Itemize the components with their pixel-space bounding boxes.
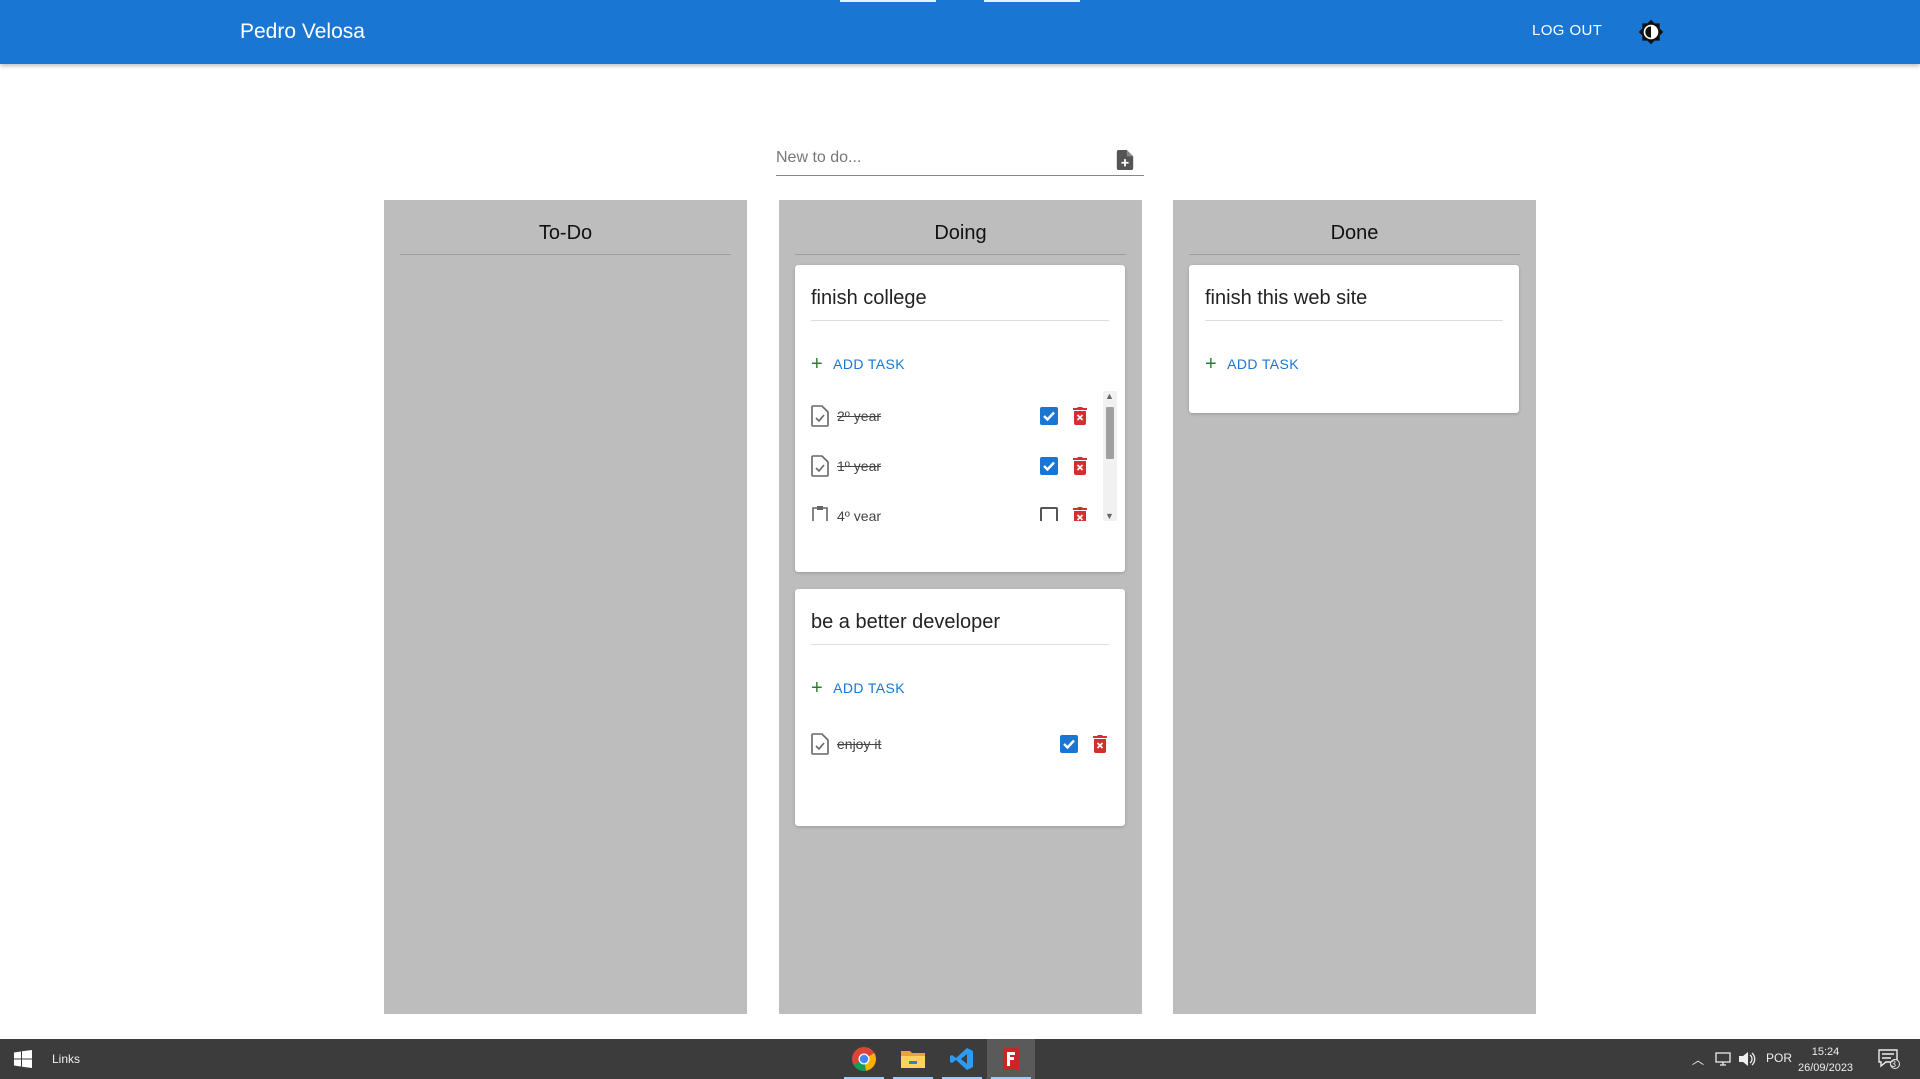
vscode-icon	[950, 1048, 973, 1070]
divider	[795, 254, 1126, 255]
task-done-icon	[811, 405, 829, 427]
app-bar: Pedro Velosa LOG OUT	[0, 0, 1920, 64]
active-app-taskbar-button[interactable]	[987, 1039, 1035, 1079]
task-item: enjoy it	[811, 719, 1117, 769]
links-toolbar[interactable]: Links	[52, 1052, 80, 1066]
windows-start-icon[interactable]	[14, 1050, 32, 1068]
delete-icon[interactable]	[1093, 735, 1107, 753]
divider	[1205, 320, 1503, 321]
divider	[811, 644, 1109, 645]
add-task-label: ADD TASK	[1227, 356, 1300, 372]
taskbar-clock[interactable]: 15:24 26/09/2023	[1798, 1044, 1853, 1076]
task-done-icon	[811, 455, 829, 477]
plus-icon: +	[811, 353, 824, 375]
loading-indicator	[840, 0, 936, 2]
app-title: Pedro Velosa	[240, 20, 365, 43]
card-title: finish college	[811, 287, 927, 309]
divider	[400, 254, 731, 255]
scroll-thumb[interactable]	[1106, 407, 1114, 459]
notification-count: 3	[1891, 1059, 1897, 1069]
task-done-icon	[811, 733, 829, 755]
task-label: 2º year	[837, 408, 882, 424]
file-explorer-taskbar-button[interactable]	[889, 1039, 937, 1079]
plus-icon: +	[811, 677, 824, 699]
card-title: finish this web site	[1205, 287, 1368, 309]
task-label: 1º year	[837, 458, 882, 474]
tray-chevron-icon[interactable]: ︿	[1692, 1051, 1704, 1068]
scroll-up-icon[interactable]: ▲	[1105, 391, 1114, 401]
task-item: 2º year	[811, 391, 1097, 441]
volume-icon[interactable]	[1738, 1051, 1756, 1067]
add-task-button[interactable]: + ADD TASK	[811, 677, 905, 699]
brightness-icon[interactable]	[1638, 19, 1664, 45]
task-label: enjoy it	[837, 736, 882, 752]
plus-icon: +	[1205, 353, 1218, 375]
language-indicator[interactable]: POR	[1766, 1051, 1792, 1065]
todo-card: be a better developer + ADD TASK enjoy i…	[795, 589, 1125, 826]
add-task-label: ADD TASK	[833, 356, 906, 372]
todo-card: finish this web site + ADD TASK	[1189, 265, 1519, 413]
task-list-scrollbar[interactable]: ▲ ▼	[1103, 391, 1117, 521]
vscode-taskbar-button[interactable]	[938, 1039, 986, 1079]
card-title: be a better developer	[811, 611, 1001, 633]
add-task-button[interactable]: + ADD TASK	[811, 353, 905, 375]
chrome-taskbar-button[interactable]	[840, 1039, 888, 1079]
task-item: 1º year	[811, 441, 1097, 491]
divider	[1189, 254, 1520, 255]
loading-indicator	[984, 0, 1080, 2]
windows-taskbar: Links ︿ POR 15:24 26/09/2023 3	[0, 1039, 1920, 1079]
todo-card: finish college + ADD TASK 2º year 1º yea…	[795, 265, 1125, 572]
task-list: enjoy it	[811, 719, 1117, 769]
file-explorer-icon	[901, 1051, 925, 1068]
new-todo-field	[776, 144, 1144, 176]
clock-date: 26/09/2023	[1798, 1062, 1854, 1074]
add-task-button[interactable]: + ADD TASK	[1205, 353, 1299, 375]
column-todo: To-Do	[384, 200, 747, 1014]
add-document-icon[interactable]	[1116, 150, 1134, 170]
chrome-icon	[852, 1047, 876, 1071]
divider	[811, 320, 1109, 321]
column-title: To-Do	[538, 222, 593, 244]
notification-center-icon[interactable]	[1878, 1049, 1900, 1069]
clipboard-icon	[812, 506, 828, 521]
task-list[interactable]: 2º year 1º year 4º year	[811, 391, 1097, 521]
new-todo-input[interactable]	[776, 144, 1106, 172]
scroll-down-icon[interactable]: ▼	[1105, 511, 1114, 521]
task-label: 4º year	[837, 508, 882, 521]
delete-icon[interactable]	[1073, 507, 1087, 521]
task-checkbox[interactable]	[1040, 407, 1058, 425]
delete-icon[interactable]	[1073, 407, 1087, 425]
logout-button[interactable]: LOG OUT	[1532, 22, 1602, 39]
app-icon	[1003, 1048, 1019, 1070]
task-checkbox[interactable]	[1060, 735, 1078, 753]
task-item: 4º year	[811, 491, 1097, 521]
delete-icon[interactable]	[1073, 457, 1087, 475]
column-done: Done finish this web site + ADD TASK	[1173, 200, 1536, 1014]
task-checkbox[interactable]	[1040, 507, 1058, 521]
column-doing: Doing finish college + ADD TASK 2º year	[779, 200, 1142, 1014]
add-task-label: ADD TASK	[833, 680, 906, 696]
task-checkbox[interactable]	[1040, 457, 1058, 475]
column-title: Done	[1330, 222, 1379, 244]
column-title: Doing	[934, 222, 987, 244]
clock-time: 15:24	[1811, 1046, 1840, 1058]
network-icon[interactable]	[1714, 1052, 1732, 1066]
